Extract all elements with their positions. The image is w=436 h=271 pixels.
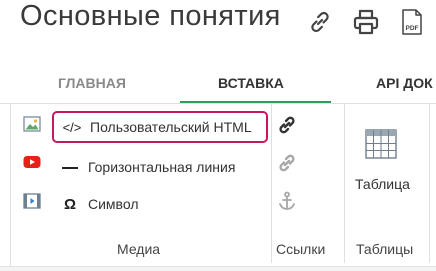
tab-insert[interactable]: ВСТАВКА xyxy=(218,65,284,105)
image-icon[interactable] xyxy=(23,115,41,133)
anchor-icon[interactable] xyxy=(276,190,298,212)
youtube-icon[interactable] xyxy=(23,153,41,171)
link-icon[interactable] xyxy=(306,8,334,36)
video-icon[interactable] xyxy=(23,192,41,210)
table-label: Таблица xyxy=(355,176,410,192)
ribbon-panel: </> Пользовательский HTML Горизонтальная… xyxy=(0,103,436,271)
group-label-tables: Таблицы xyxy=(356,241,414,257)
print-icon[interactable] xyxy=(352,8,380,36)
horizontal-line-label: Горизонтальная линия xyxy=(88,159,236,175)
title-bar: Основные понятия PDF xyxy=(0,0,436,52)
group-label-media: Медиа xyxy=(117,241,161,257)
page-title: Основные понятия xyxy=(20,0,281,32)
group-divider xyxy=(271,103,272,263)
symbol-label: Символ xyxy=(88,196,139,212)
group-divider xyxy=(344,103,345,263)
ribbon-tabs: ГЛАВНАЯ ВСТАВКА API ДОК xyxy=(0,65,436,105)
tab-home[interactable]: ГЛАВНАЯ xyxy=(58,65,126,105)
horizontal-line-button[interactable]: Горизонтальная линия xyxy=(52,151,235,183)
insert-table-button[interactable]: Таблица xyxy=(350,127,420,197)
group-label-links: Ссылки xyxy=(276,241,326,257)
unlink-chain-icon[interactable] xyxy=(276,152,298,174)
link-chain-icon[interactable] xyxy=(276,114,298,136)
code-icon: </> xyxy=(62,119,82,135)
pdf-icon[interactable]: PDF xyxy=(398,8,426,36)
symbol-button[interactable]: Ω Символ xyxy=(52,188,139,220)
tab-api-docs[interactable]: API ДОК xyxy=(376,65,433,105)
custom-html-button[interactable]: </> Пользовательский HTML xyxy=(52,111,268,143)
horizontal-line-icon xyxy=(58,160,82,175)
ribbon-bottom-edge xyxy=(0,266,436,271)
table-icon xyxy=(365,129,397,159)
group-divider xyxy=(429,103,430,263)
svg-text:PDF: PDF xyxy=(406,25,419,32)
omega-icon: Ω xyxy=(63,195,77,213)
ribbon-top-divider xyxy=(0,103,436,104)
ribbon-left-divider xyxy=(10,103,11,271)
custom-html-label: Пользовательский HTML xyxy=(90,119,252,135)
